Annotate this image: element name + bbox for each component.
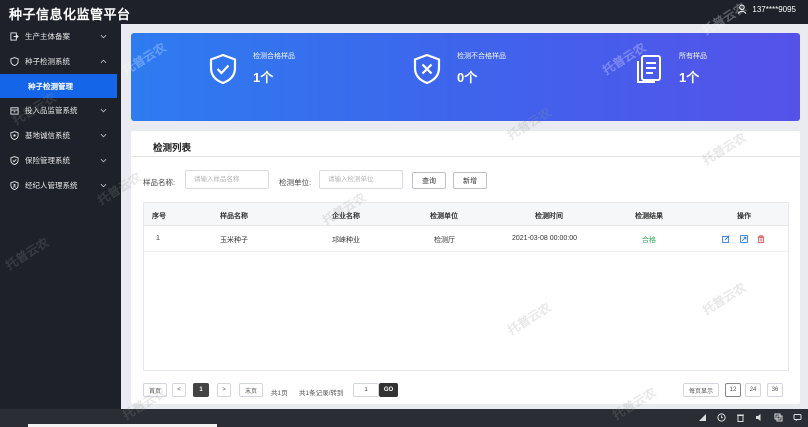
stats-banner: 检测合格样品 1个 检测不合格样品 0个 所有样品 1个 (131, 33, 800, 121)
shield-x-icon (413, 53, 441, 84)
page-size-24-button[interactable]: 24 (745, 383, 761, 397)
chevron-down-icon (100, 108, 107, 113)
shield-icon (10, 57, 19, 66)
stat-label: 检测合格样品 (253, 53, 295, 60)
chevron-down-icon (100, 133, 107, 138)
first-page-button[interactable]: 首页 (143, 383, 167, 397)
stat-unqualified: 检测不合格样品 0个 (411, 51, 506, 86)
clock-icon[interactable] (717, 413, 726, 422)
total-records-text: 共1条记录/转到 (299, 390, 344, 397)
app-title: 种子信息化监管平台 (9, 7, 131, 22)
sidebar-item-production-filing[interactable]: 生产主体备案 (0, 24, 121, 49)
divider (131, 156, 800, 157)
sidebar-item-label: 经纪人管理系统 (25, 181, 78, 190)
sidebar-item-label: 基地诚信系统 (25, 131, 70, 140)
logout-box-icon (10, 32, 19, 41)
view-icon[interactable] (740, 235, 748, 243)
stat-value: 1个 (679, 70, 700, 85)
main-content: 检测合格样品 1个 检测不合格样品 0个 所有样品 1个 检测列表 样品名称: … (121, 24, 808, 409)
column-header: 检测时间 (535, 213, 563, 220)
chevron-up-icon (100, 59, 107, 64)
chat-icon[interactable] (793, 413, 802, 422)
edit-icon[interactable] (722, 235, 730, 243)
total-pages-text: 共1页 (271, 390, 288, 397)
cell-testing-time: 2021-03-08 00:00:00 (512, 235, 577, 242)
taskbar (0, 409, 808, 427)
sidebar-item-label: 种子检测系统 (25, 57, 70, 66)
search-button[interactable]: 查询 (412, 172, 446, 189)
column-header: 序号 (152, 213, 166, 220)
stat-label: 所有样品 (679, 53, 707, 60)
documents-icon (637, 54, 661, 83)
goto-page-input[interactable] (353, 383, 379, 397)
volume-icon[interactable] (755, 413, 764, 422)
stat-qualified: 检测合格样品 1个 (207, 51, 295, 86)
shield-check-icon (209, 53, 237, 84)
testing-table: 序号 样品名称 企业名称 检测单位 检测时间 检测结果 操作 1 玉米种子 邛崃… (143, 202, 789, 371)
testing-unit-label: 检测单位: (279, 178, 312, 187)
column-header: 检测单位 (430, 213, 458, 220)
testing-list-panel: 检测列表 样品名称: 检测单位: 查询 新增 序号 样品名称 企业名称 检测单位… (131, 131, 800, 404)
shield-icon (10, 131, 19, 140)
sidebar-subitem-seed-testing-management[interactable]: 种子检测管理 (0, 74, 117, 98)
copy-icon[interactable] (774, 413, 783, 422)
sidebar-item-label: 投入品监管系统 (25, 106, 78, 115)
chevron-down-icon (100, 158, 107, 163)
shield-check-icon (10, 156, 19, 165)
delete-icon[interactable] (757, 235, 765, 243)
column-header: 操作 (737, 213, 751, 220)
stat-all-samples: 所有样品 1个 (633, 51, 707, 86)
chevron-down-icon (100, 34, 107, 39)
sample-name-input[interactable] (185, 170, 269, 189)
shield-icon (10, 181, 19, 190)
sidebar-item-seed-testing[interactable]: 种子检测系统 (0, 49, 121, 74)
cell-company: 邛崃种业 (332, 237, 360, 244)
user-icon (738, 4, 747, 14)
stat-label: 检测不合格样品 (457, 53, 506, 60)
network-icon[interactable] (698, 413, 707, 422)
cell-result: 合格 (642, 237, 656, 244)
column-header: 检测结果 (635, 213, 663, 220)
chevron-down-icon (100, 183, 107, 188)
user-phone: 137****9095 (752, 4, 796, 14)
top-header: 种子信息化监管平台 137****9095 (0, 0, 808, 24)
user-menu[interactable]: 137****9095 (737, 4, 796, 14)
box-icon (10, 107, 19, 115)
sample-name-label: 样品名称: (143, 178, 176, 187)
column-header: 样品名称 (220, 213, 248, 220)
add-button[interactable]: 新增 (453, 172, 487, 189)
cell-sample-name: 玉米种子 (220, 237, 248, 244)
sidebar-item-input-supervision[interactable]: 投入品监管系统 (0, 98, 121, 123)
sidebar-item-base-integrity[interactable]: 基地诚信系统 (0, 123, 121, 148)
per-page-label: 每页显示 (683, 383, 719, 397)
last-page-button[interactable]: 末页 (239, 383, 263, 397)
column-header: 企业名称 (332, 213, 360, 220)
stat-value: 1个 (253, 70, 274, 85)
page-1-button[interactable]: 1 (193, 383, 209, 397)
trash-icon[interactable] (736, 413, 745, 422)
sidebar-item-label: 生产主体备案 (25, 32, 70, 41)
go-button[interactable]: GO (379, 383, 398, 397)
table-row: 1 玉米种子 邛崃种业 检测厅 2021-03-08 00:00:00 合格 (144, 226, 788, 252)
cell-no: 1 (156, 235, 160, 242)
sidebar: 生产主体备案 种子检测系统 种子检测管理 投入品监管系统 基地诚信系统 保险管理… (0, 24, 121, 409)
stat-value: 0个 (457, 70, 478, 85)
sidebar-item-label: 保险管理系统 (25, 156, 70, 165)
testing-unit-input[interactable] (319, 170, 403, 189)
page-size-12-button[interactable]: 12 (725, 383, 741, 397)
prev-page-button[interactable]: < (172, 383, 186, 397)
cell-testing-unit: 检测厅 (434, 237, 455, 244)
sidebar-item-insurance[interactable]: 保险管理系统 (0, 148, 121, 173)
table-header: 序号 样品名称 企业名称 检测单位 检测时间 检测结果 操作 (144, 203, 788, 226)
next-page-button[interactable]: > (217, 383, 231, 397)
page-size-36-button[interactable]: 36 (767, 383, 783, 397)
system-tray (698, 413, 802, 422)
sidebar-item-broker[interactable]: 经纪人管理系统 (0, 173, 121, 198)
panel-title: 检测列表 (153, 143, 192, 154)
